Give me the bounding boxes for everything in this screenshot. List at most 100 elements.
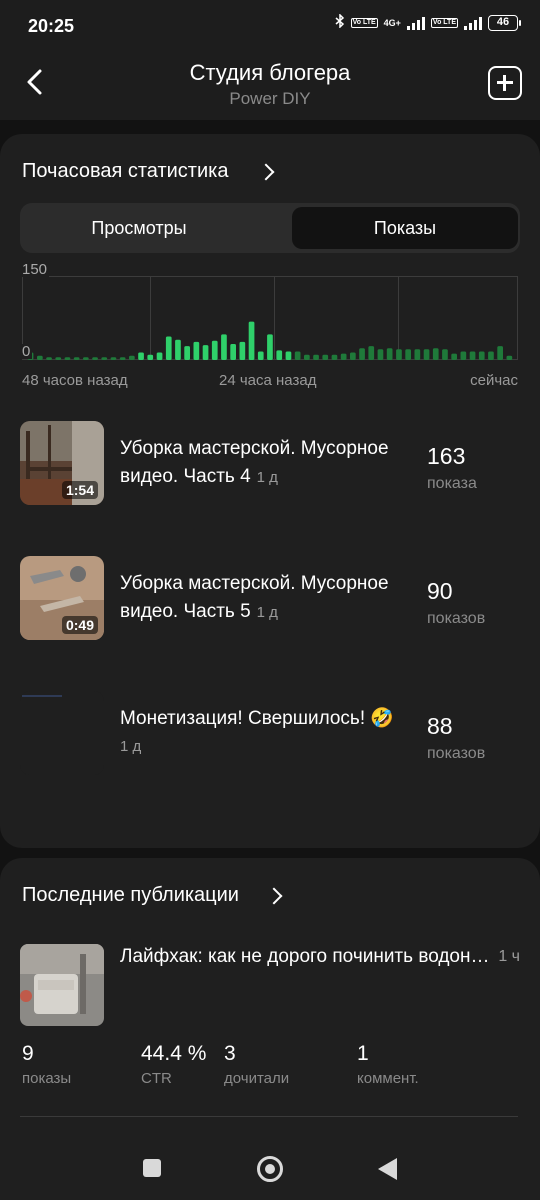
publications-title[interactable]: Последние публикации — [22, 884, 239, 907]
chart-bar — [211, 340, 218, 360]
chevron-right-icon[interactable] — [257, 163, 275, 181]
chevron-right-icon[interactable] — [265, 887, 283, 905]
battery-icon: 46 — [488, 14, 521, 31]
stat-comments-value: 1 — [357, 1042, 369, 1065]
chart-bar — [460, 351, 467, 360]
recents-square-icon[interactable] — [143, 1159, 161, 1177]
video-title-text: Уборка мастерской. Мусорное видео. Часть… — [120, 438, 389, 487]
chart-bar — [119, 357, 126, 360]
chart-bar — [267, 334, 273, 360]
list-item[interactable]: Монетизация! Свершилось! 🤣 1 д 88 показо… — [0, 691, 540, 781]
video-duration: 0:49 — [61, 616, 98, 634]
hourly-stats-title[interactable]: Почасовая статистика — [22, 160, 228, 183]
video-title[interactable]: Уборка мастерской. Мусорное видео. Часть… — [120, 435, 410, 492]
chart-bar — [175, 339, 181, 360]
chart-bar — [451, 353, 457, 360]
impressions-count: 88 — [427, 713, 453, 739]
list-item[interactable]: 1:54 Уборка мастерской. Мусорное видео. … — [0, 421, 540, 511]
signal-icon — [406, 16, 425, 30]
chart-bar — [285, 351, 292, 360]
signal-icon-2 — [464, 16, 482, 30]
chart-bar — [101, 357, 108, 360]
chart-bar — [322, 354, 329, 360]
video-thumbnail[interactable]: 1:54 — [20, 421, 104, 505]
chart-bar — [64, 357, 71, 360]
chart-bar — [396, 349, 402, 360]
volte-icon-2: Vo LTE — [430, 17, 458, 28]
chart-bar — [294, 351, 301, 360]
video-thumbnail[interactable]: 0:49 — [20, 556, 104, 640]
tab-views[interactable]: Просмотры — [26, 207, 252, 249]
impressions-label: показов — [427, 610, 486, 627]
chart-bar — [488, 351, 494, 360]
chart-bar — [304, 354, 310, 360]
video-title-text: Монетизация! Свершилось! 🤣 — [120, 708, 395, 729]
y-tick-label: 150 — [22, 261, 50, 278]
chart-bar — [331, 354, 338, 360]
x-tick-label: 24 часа назад — [219, 372, 317, 389]
status-time: 20:25 — [28, 16, 75, 36]
bluetooth-icon — [335, 13, 345, 31]
impressions-label: показа — [427, 475, 477, 492]
x-tick-label: 48 часов назад — [22, 372, 128, 389]
chart-bar — [165, 336, 172, 360]
network-type: 4G+ — [383, 17, 401, 28]
impressions-count: 163 — [427, 443, 466, 469]
publication-title[interactable]: Лайфхак: как не дорого починить водонагр… — [120, 946, 490, 968]
chart-bar — [405, 349, 411, 360]
chart-bar — [184, 346, 190, 360]
chart-bar — [469, 351, 476, 360]
divider — [20, 1116, 518, 1117]
stat-ctr-value: 44.4 % — [141, 1042, 207, 1065]
chart-bar — [497, 346, 503, 360]
stat-ctr-label: CTR — [141, 1070, 172, 1087]
channel-name: Power DIY — [229, 89, 311, 108]
chart-bar — [386, 348, 393, 360]
plus-square-icon[interactable] — [488, 66, 522, 100]
chart-bar — [276, 350, 283, 360]
chart-bar — [257, 351, 264, 360]
video-thumbnail[interactable] — [20, 691, 104, 775]
y-tick-label: 0 — [22, 343, 33, 360]
x-tick-label: сейчас — [470, 372, 518, 389]
chart-bar — [414, 349, 421, 360]
home-circle-icon[interactable] — [257, 1156, 283, 1182]
impressions-label: показов — [427, 745, 486, 762]
stat-comments-label: коммент. — [357, 1070, 419, 1087]
metric-toggle: Просмотры Показы — [20, 203, 520, 253]
video-title-text: Уборка мастерской. Мусорное видео. Часть… — [120, 573, 389, 622]
page-title: Студия блогера — [189, 60, 351, 85]
chart-bar — [442, 349, 448, 360]
chart-bar — [239, 341, 246, 360]
chart-bar — [147, 354, 154, 360]
header: Студия блогера Power DIY — [0, 48, 540, 120]
video-duration: 1:54 — [61, 481, 98, 499]
video-title[interactable]: Уборка мастерской. Мусорное видео. Часть… — [120, 570, 410, 627]
chart-bar — [423, 349, 430, 360]
chart-bar — [506, 355, 513, 360]
chart-bar — [202, 345, 209, 360]
chart-bar — [478, 351, 485, 360]
chart-bar — [230, 344, 236, 360]
list-item[interactable]: 0:49 Уборка мастерской. Мусорное видео. … — [0, 556, 540, 646]
chart-bar — [46, 357, 52, 360]
tab-impressions[interactable]: Показы — [292, 207, 518, 249]
volte-icon: Vo LTE — [350, 17, 378, 28]
chart-bar — [368, 346, 375, 360]
chart-bar — [83, 357, 89, 360]
video-title[interactable]: Монетизация! Свершилось! 🤣 1 д — [120, 705, 410, 761]
chart-bar — [129, 355, 135, 360]
video-age: 1 д — [256, 469, 278, 486]
chart-bar — [73, 357, 80, 360]
chart-bar — [248, 321, 255, 360]
chart-bar — [138, 352, 144, 360]
chart-bar — [350, 352, 356, 360]
publication-thumbnail[interactable] — [20, 944, 104, 1026]
stat-reads-label: дочитали — [224, 1070, 290, 1087]
chart-bar — [377, 349, 384, 360]
chart-bar — [110, 357, 117, 360]
publication-age: 1 ч — [498, 948, 520, 965]
stat-impressions-label: показы — [22, 1070, 72, 1087]
back-triangle-icon[interactable] — [378, 1158, 397, 1180]
video-age: 1 д — [120, 738, 142, 755]
